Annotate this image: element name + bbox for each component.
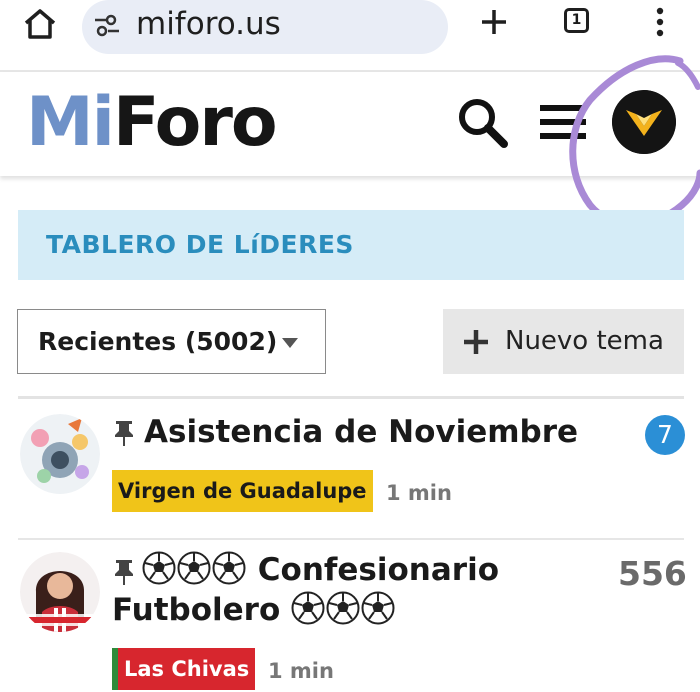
search-icon — [459, 99, 508, 148]
avatar — [612, 90, 676, 154]
topic-author-avatar[interactable] — [20, 414, 100, 494]
hamburger-menu-button[interactable] — [534, 92, 594, 152]
site-logo[interactable]: MiForo — [26, 82, 278, 164]
url-text[interactable]: miforo.us — [136, 4, 281, 44]
topic-title[interactable]: Confesionario — [142, 550, 499, 590]
soccer-ball-icon — [326, 591, 360, 625]
topic-title-line1: Confesionario — [257, 552, 500, 588]
address-bar[interactable]: miforo.us — [82, 0, 448, 54]
plus-icon — [482, 10, 506, 34]
hamburger-icon — [540, 105, 586, 139]
caret-down-icon — [282, 338, 298, 348]
site-settings-icon[interactable] — [92, 10, 122, 40]
topic-author-avatar[interactable] — [20, 552, 100, 632]
new-tab-button[interactable] — [474, 2, 514, 42]
tabs-icon: 1 — [564, 8, 589, 33]
browser-toolbar: miforo.us 1 — [0, 0, 700, 70]
new-topic-label: Nuevo tema — [505, 326, 664, 356]
soccer-ball-icon — [177, 551, 211, 585]
tab-switcher-button[interactable]: 1 — [558, 2, 598, 42]
banner-title: TABLERO DE LíDERES — [46, 230, 354, 259]
pin-icon — [115, 421, 133, 446]
browser-menu-button[interactable] — [640, 2, 680, 42]
category-badge[interactable]: Virgen de Guadalupe — [112, 470, 373, 512]
leaderboard-banner[interactable]: TABLERO DE LíDERES — [18, 210, 684, 280]
topic-title[interactable]: Asistencia de Noviembre — [144, 412, 578, 452]
home-button[interactable] — [20, 4, 60, 44]
soccer-ball-icon — [291, 591, 325, 625]
topic-row[interactable]: Confesionario Futbolero 556 Las Chivas 1… — [0, 540, 700, 690]
topic-age[interactable]: 1 min — [386, 472, 452, 514]
new-topic-button[interactable]: Nuevo tema — [443, 309, 684, 374]
soccer-ball-icon — [212, 551, 246, 585]
plus-icon — [464, 330, 488, 354]
logo-foro: Foro — [112, 83, 278, 162]
topic-title-line2: Futbolero — [112, 592, 281, 628]
site-header: MiForo — [0, 72, 700, 176]
reply-count[interactable]: 556 — [618, 554, 687, 594]
search-button[interactable] — [452, 92, 512, 152]
category-badge[interactable]: Las Chivas — [118, 648, 256, 690]
topic-title-continued[interactable]: Futbolero — [112, 590, 396, 630]
filter-selected-value: Recientes (5002) — [38, 327, 278, 356]
soccer-ball-icon — [142, 551, 176, 585]
topic-age[interactable]: 1 min — [268, 650, 334, 692]
more-vertical-icon — [656, 7, 664, 37]
topic-row[interactable]: Asistencia de Noviembre Virgen de Guadal… — [0, 400, 700, 538]
user-avatar-button[interactable] — [612, 90, 676, 154]
divider — [18, 396, 684, 399]
soccer-ball-icon — [361, 591, 395, 625]
pin-icon — [115, 560, 133, 585]
logo-mi: Mi — [26, 83, 115, 162]
topic-filter-dropdown[interactable]: Recientes (5002) — [17, 309, 326, 374]
home-icon — [24, 9, 56, 39]
unread-count-badge[interactable]: 7 — [645, 415, 685, 455]
